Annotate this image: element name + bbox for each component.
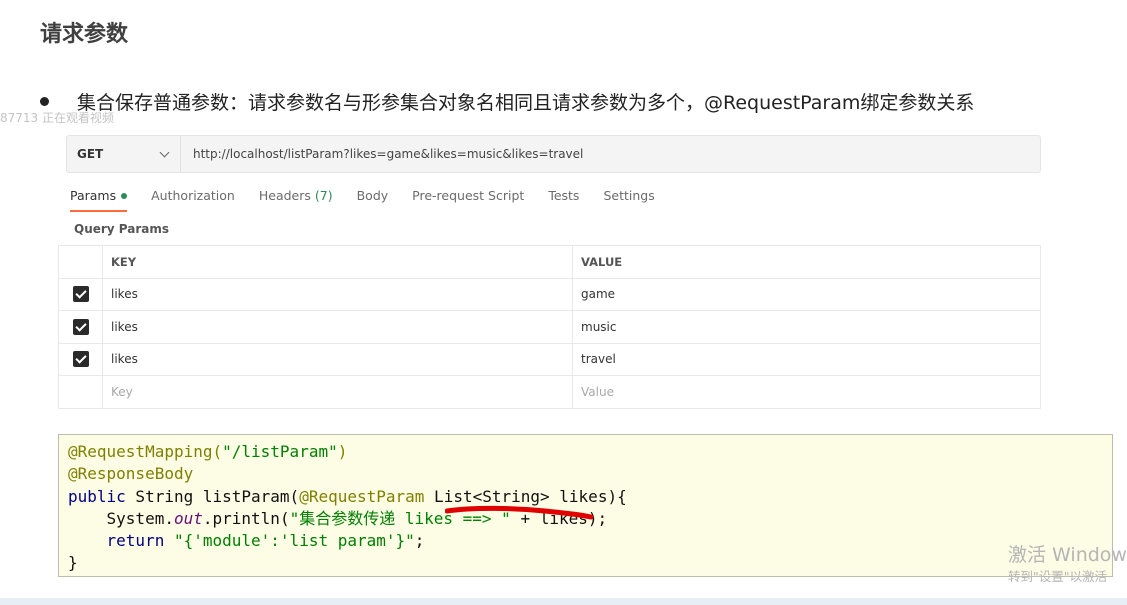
activation-subtitle: 转到"设置"以激活 <box>1008 569 1107 584</box>
tab-params[interactable]: Params <box>70 188 128 212</box>
checkbox-checked-icon[interactable] <box>72 286 89 303</box>
table-row: likes music <box>58 310 1041 344</box>
bullet-point: 集合保存普通参数：请求参数名与形参集合对象名相同且请求参数为多个，@Reques… <box>40 88 974 115</box>
query-params-label: Query Params <box>74 222 170 236</box>
code-string: "集合参数传递 likes ==> " <box>289 508 511 528</box>
tab-pre-request-script-label: Pre-request Script <box>412 188 525 203</box>
code-block: @RequestMapping("/listParam") @ResponseB… <box>58 434 1113 577</box>
tab-settings-label: Settings <box>603 188 655 203</box>
code-text: ; <box>414 531 425 551</box>
checkbox-checked-icon[interactable] <box>72 318 89 335</box>
table-header-row: KEY VALUE <box>58 245 1041 279</box>
row-check-cell <box>58 342 103 376</box>
code-annotation-end: ) <box>337 442 348 461</box>
bullet-dot-icon <box>40 97 49 106</box>
header-check-cell <box>58 245 103 279</box>
code-text: + likes); <box>510 508 608 528</box>
code-line-6: } <box>68 552 1112 574</box>
activation-title: 激活 Windows <box>1008 544 1127 566</box>
code-text: } <box>68 553 78 573</box>
code-text: .println( <box>202 508 290 528</box>
header-key: KEY <box>102 245 573 279</box>
request-tabs: Params Authorization Headers (7) Body Pr… <box>70 188 679 212</box>
tab-tests[interactable]: Tests <box>548 188 579 211</box>
url-bar: GET http://localhost/listParam?likes=gam… <box>66 135 1041 173</box>
param-key-cell[interactable]: likes <box>102 310 573 344</box>
code-text: List<String> likes){ <box>424 486 627 506</box>
code-line-3: public String listParam(@RequestParam Li… <box>68 486 1112 508</box>
row-check-cell <box>58 310 103 344</box>
tab-body[interactable]: Body <box>357 188 389 211</box>
url-input[interactable]: http://localhost/listParam?likes=game&li… <box>181 147 1040 161</box>
code-string: "/listParam" <box>222 442 338 461</box>
tab-tests-label: Tests <box>548 188 580 203</box>
tab-pre-request-script[interactable]: Pre-request Script <box>412 188 524 211</box>
header-value: VALUE <box>572 245 1041 279</box>
code-keyword: public <box>68 486 126 506</box>
new-value-input[interactable]: Value <box>572 375 1041 409</box>
param-key-cell[interactable]: likes <box>102 342 573 376</box>
row-check-cell-empty <box>58 375 103 409</box>
param-value-cell[interactable]: game <box>572 277 1041 311</box>
tab-body-label: Body <box>356 188 389 203</box>
code-line-5: return "{'module':'list param'}"; <box>68 530 1112 552</box>
code-line-4: System.out.println("集合参数传递 likes ==> " +… <box>68 508 1112 530</box>
param-key-cell[interactable]: likes <box>102 277 573 311</box>
method-label: GET <box>77 147 104 161</box>
code-text: System. <box>68 508 174 528</box>
tab-settings[interactable]: Settings <box>603 188 654 211</box>
table-row-new: Key Value <box>58 375 1041 409</box>
viewer-watermark: 87713 正在观看视频 <box>0 111 114 125</box>
tab-headers[interactable]: Headers (7) <box>259 188 333 211</box>
params-active-dot-icon <box>121 192 128 199</box>
checkbox-checked-icon[interactable] <box>72 351 89 368</box>
code-line-1: @RequestMapping("/listParam") <box>68 441 1112 463</box>
param-value-cell[interactable]: music <box>572 310 1041 344</box>
code-line-2: @ResponseBody <box>68 463 1112 485</box>
code-keyword: return <box>68 531 165 551</box>
row-check-cell <box>58 277 103 311</box>
code-annotation: @ResponseBody <box>68 464 194 484</box>
slide-title: 请求参数 <box>40 22 129 47</box>
tab-headers-label: Headers <box>258 188 311 203</box>
code-text: String listParam( <box>125 486 300 506</box>
code-annotation: @RequestMapping( <box>68 442 223 461</box>
param-value-cell[interactable]: travel <box>572 342 1041 376</box>
chevron-down-icon <box>159 147 170 157</box>
tab-headers-count: (7) <box>314 188 333 203</box>
code-annotation: @RequestParam <box>299 486 425 506</box>
table-row: likes game <box>58 277 1041 311</box>
bullet-text: 集合保存普通参数：请求参数名与形参集合对象名相同且请求参数为多个，@Reques… <box>77 92 975 114</box>
tab-authorization[interactable]: Authorization <box>151 188 235 211</box>
code-string: "{'module':'list param'}" <box>164 531 415 551</box>
bottom-strip <box>0 598 1127 605</box>
method-select[interactable]: GET <box>67 136 181 172</box>
tab-authorization-label: Authorization <box>151 188 235 203</box>
tab-params-label: Params <box>70 188 117 203</box>
query-params-table: KEY VALUE likes game likes music likes t… <box>58 245 1041 409</box>
table-row: likes travel <box>58 342 1041 376</box>
code-field: out <box>173 508 203 528</box>
new-key-input[interactable]: Key <box>102 375 573 409</box>
